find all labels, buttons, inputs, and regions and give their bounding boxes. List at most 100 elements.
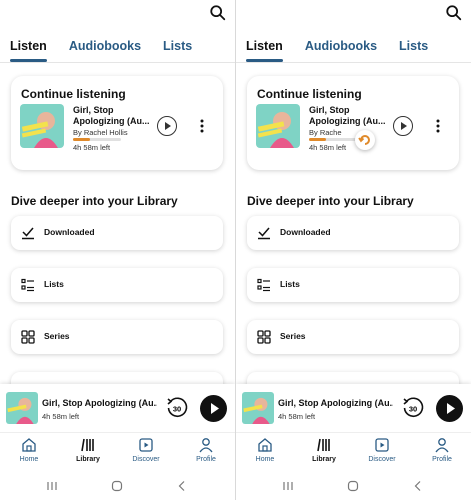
tab-audiobooks[interactable]: Audiobooks xyxy=(69,38,141,62)
search-icon[interactable] xyxy=(445,4,463,22)
nav-library[interactable]: Library xyxy=(63,437,113,463)
play-icon xyxy=(165,122,171,130)
profile-icon xyxy=(435,438,449,453)
play-icon xyxy=(447,403,455,414)
nav-profile[interactable]: Profile xyxy=(417,437,467,463)
progress-bar xyxy=(73,138,121,141)
more-options-icon[interactable] xyxy=(197,118,207,134)
nav-home[interactable]: Home xyxy=(240,437,290,463)
tab-bar: Listen Audiobooks Lists xyxy=(10,38,235,64)
bottom-navigation: Home Library Discover Profile xyxy=(0,432,235,472)
rewind-seconds: 30 xyxy=(409,405,417,414)
tab-divider xyxy=(236,62,471,63)
nav-label: Profile xyxy=(196,456,216,463)
book-title: Girl, Stop Apologizing (Au... xyxy=(73,105,150,126)
home-button-icon[interactable] xyxy=(111,480,123,492)
library-item-series[interactable]: Series xyxy=(247,320,459,354)
loading-spinner-icon xyxy=(355,130,375,150)
system-navigation-bar xyxy=(0,472,235,500)
progress-bar xyxy=(309,138,357,141)
tab-bar: Listen Audiobooks Lists xyxy=(246,38,471,64)
grid-icon xyxy=(21,330,35,344)
play-button[interactable] xyxy=(157,116,177,136)
progress-fill xyxy=(73,138,90,141)
continue-listening-heading: Continue listening xyxy=(257,87,362,101)
rewind-30-button[interactable]: 30 xyxy=(165,396,189,420)
continue-listening-card[interactable]: Continue listening Girl, Stop Apologizin… xyxy=(11,76,223,170)
discover-icon xyxy=(375,438,389,452)
mini-player[interactable]: Girl, Stop Apologizing (Au... 4h 58m lef… xyxy=(236,384,471,432)
download-check-icon xyxy=(258,227,270,240)
book-author: By Rache xyxy=(309,128,342,137)
library-item-label: Lists xyxy=(280,279,300,289)
mini-player-time: 4h 58m left xyxy=(278,412,316,421)
library-icon xyxy=(317,438,330,452)
library-item-lists[interactable]: Lists xyxy=(247,268,459,302)
book-cover[interactable] xyxy=(256,104,300,148)
library-item-label: Downloaded xyxy=(44,227,95,237)
list-icon xyxy=(21,278,34,292)
search-icon[interactable] xyxy=(209,4,227,22)
nav-label: Library xyxy=(312,456,336,463)
recents-icon[interactable] xyxy=(46,480,58,492)
nav-label: Library xyxy=(76,456,100,463)
play-icon xyxy=(211,403,219,414)
library-item-label: Lists xyxy=(44,279,64,289)
time-left: 4h 58m left xyxy=(73,143,111,152)
tab-listen[interactable]: Listen xyxy=(246,38,283,62)
system-navigation-bar xyxy=(236,472,471,500)
nav-label: Profile xyxy=(432,456,452,463)
recents-icon[interactable] xyxy=(282,480,294,492)
tab-audiobooks[interactable]: Audiobooks xyxy=(305,38,377,62)
rewind-seconds: 30 xyxy=(173,405,181,414)
tab-divider xyxy=(0,62,235,63)
nav-discover[interactable]: Discover xyxy=(357,437,407,463)
nav-profile[interactable]: Profile xyxy=(181,437,231,463)
back-icon[interactable] xyxy=(412,480,424,492)
mini-player-title: Girl, Stop Apologizing (Au... xyxy=(42,398,157,408)
library-item-series[interactable]: Series xyxy=(11,320,223,354)
book-cover[interactable] xyxy=(20,104,64,148)
home-icon xyxy=(258,438,272,452)
play-icon xyxy=(401,122,407,130)
rewind-30-button[interactable]: 30 xyxy=(401,396,425,420)
home-button-icon[interactable] xyxy=(347,480,359,492)
nav-discover[interactable]: Discover xyxy=(121,437,171,463)
library-item-lists[interactable]: Lists xyxy=(11,268,223,302)
mini-player[interactable]: Girl, Stop Apologizing (Au... 4h 58m lef… xyxy=(0,384,235,432)
rewind-icon: 30 xyxy=(167,397,188,417)
nav-label: Home xyxy=(255,456,275,463)
library-icon xyxy=(81,438,94,452)
profile-icon xyxy=(199,438,213,453)
mini-player-cover xyxy=(242,392,274,424)
tab-lists[interactable]: Lists xyxy=(163,38,192,62)
library-item-downloaded[interactable]: Downloaded xyxy=(11,216,223,250)
back-icon[interactable] xyxy=(176,480,188,492)
bottom-navigation: Home Library Discover Profile xyxy=(236,432,471,472)
continue-listening-heading: Continue listening xyxy=(21,87,126,101)
nav-label: Discover xyxy=(368,456,396,463)
grid-icon xyxy=(257,330,271,344)
nav-library[interactable]: Library xyxy=(299,437,349,463)
progress-fill xyxy=(309,138,326,141)
library-item-label: Downloaded xyxy=(280,227,331,237)
library-item-downloaded[interactable]: Downloaded xyxy=(247,216,459,250)
mini-player-time: 4h 58m left xyxy=(42,412,80,421)
screen-left: Listen Audiobooks Lists Continue listeni… xyxy=(0,0,235,500)
play-button[interactable] xyxy=(393,116,413,136)
nav-home[interactable]: Home xyxy=(4,437,54,463)
home-icon xyxy=(22,438,36,452)
tab-lists[interactable]: Lists xyxy=(399,38,428,62)
mini-player-cover xyxy=(6,392,38,424)
book-title: Girl, Stop Apologizing (Au... xyxy=(309,105,386,126)
mini-play-button[interactable] xyxy=(436,395,463,422)
mini-play-button[interactable] xyxy=(200,395,227,422)
tab-listen[interactable]: Listen xyxy=(10,38,47,62)
library-item-label: Series xyxy=(280,331,306,341)
nav-label: Home xyxy=(19,456,39,463)
continue-listening-card[interactable]: Continue listening Girl, Stop Apologizin… xyxy=(247,76,459,170)
mini-player-title: Girl, Stop Apologizing (Au... xyxy=(278,398,393,408)
more-options-icon[interactable] xyxy=(433,118,443,134)
nav-label: Discover xyxy=(132,456,160,463)
time-left: 4h 58m left xyxy=(309,143,347,152)
